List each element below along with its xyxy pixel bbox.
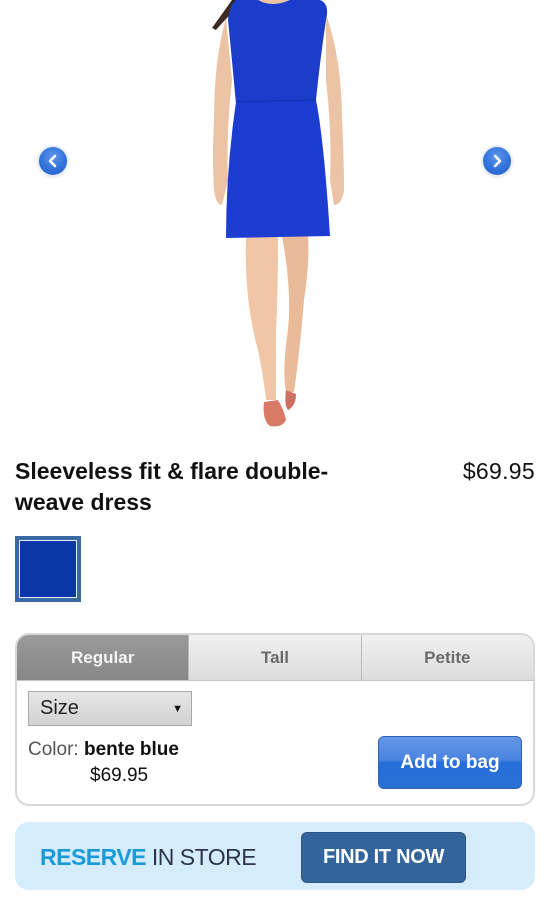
color-value: bente blue <box>83 739 179 760</box>
find-it-now-button[interactable]: FIND IT NOW <box>301 832 466 883</box>
reserve-in-store-banner: RESERVE IN STORE FIND IT NOW <box>15 822 535 890</box>
product-price: $69.95 <box>462 458 535 484</box>
color-info: Color: bente blue <box>28 739 179 761</box>
tab-tall[interactable]: Tall <box>188 635 361 680</box>
reserve-in-store-label: RESERVE IN STORE <box>40 844 257 871</box>
tab-regular[interactable]: Regular <box>17 635 189 680</box>
dropdown-caret-icon: ▼ <box>172 702 183 715</box>
reserve-label-light: IN STORE <box>151 844 257 870</box>
product-title: Sleeveless fit & flare double-weave dres… <box>15 458 329 515</box>
gallery-next-button[interactable] <box>483 147 511 175</box>
chevron-left-icon <box>48 154 57 168</box>
size-select-value: Size <box>40 697 79 719</box>
product-image-gallery <box>0 0 550 440</box>
tab-petite[interactable]: Petite <box>360 635 533 680</box>
variant-price: $69.95 <box>90 765 149 786</box>
fit-tabs: Regular Tall Petite <box>17 635 533 681</box>
add-to-bag-button[interactable]: Add to bag <box>378 736 522 789</box>
chevron-right-icon <box>493 154 502 168</box>
gallery-prev-button[interactable] <box>39 147 67 175</box>
product-image <box>212 0 344 427</box>
color-label: Color: <box>28 739 79 760</box>
color-swatch-bente-blue[interactable] <box>15 536 81 602</box>
reserve-label-strong: RESERVE <box>40 844 147 870</box>
swatch-fill <box>19 540 77 598</box>
variant-panel: Regular Tall Petite Size ▼ Color: bente … <box>15 633 535 806</box>
size-select[interactable]: Size ▼ <box>28 691 192 726</box>
